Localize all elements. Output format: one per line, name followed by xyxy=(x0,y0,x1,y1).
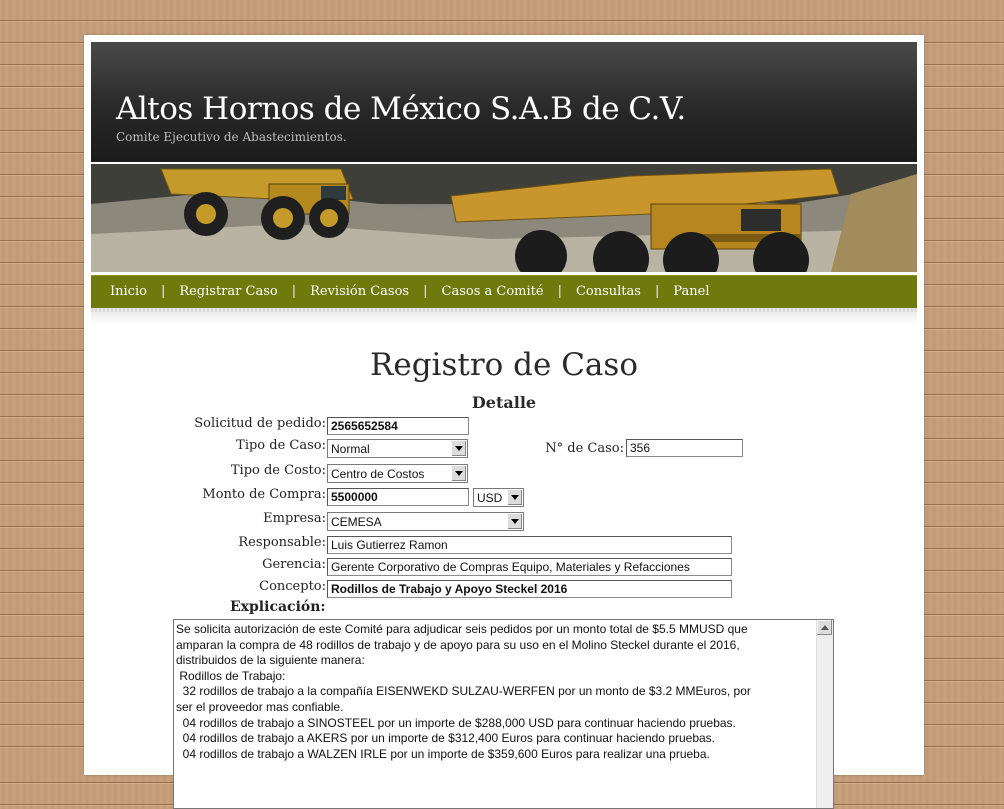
nav-shadow xyxy=(91,308,917,324)
tipo-costo-select[interactable]: Centro de Costos xyxy=(327,464,468,483)
num-caso-label: N° de Caso: xyxy=(545,441,624,456)
explicacion-text: Se solicita autorización de este Comité … xyxy=(176,622,812,762)
explicacion-line: 04 rodillos de trabajo a AKERS por un im… xyxy=(176,731,716,746)
banner-image xyxy=(91,164,917,272)
gerencia-input[interactable]: Gerente Corporativo de Compras Equipo, M… xyxy=(327,558,732,576)
page-container: Altos Hornos de México S.A.B de C.V. Com… xyxy=(84,35,924,809)
textarea-scrollbar[interactable] xyxy=(816,620,833,808)
nav-revision-casos[interactable]: Revisión Casos xyxy=(310,284,409,299)
nav-separator: | xyxy=(423,284,428,299)
solicitud-input[interactable]: 2565652584 xyxy=(327,417,469,435)
site-header: Altos Hornos de México S.A.B de C.V. Com… xyxy=(91,42,917,162)
explicacion-line: 04 rodillos de trabajo a WALZEN IRLE por… xyxy=(176,746,710,761)
monto-label: Monto de Compra: xyxy=(202,487,326,502)
explicacion-line: distribuidos de la siguiente manera: xyxy=(176,653,365,668)
nav-casos-a-comite[interactable]: Casos a Comité xyxy=(442,284,544,299)
empresa-label: Empresa: xyxy=(263,511,326,526)
solicitud-label: Solicitud de pedido: xyxy=(194,416,326,431)
concepto-label: Concepto: xyxy=(259,579,326,594)
nav-registrar-caso[interactable]: Registrar Caso xyxy=(179,284,277,299)
section-title: Detalle xyxy=(471,393,537,412)
chevron-down-icon[interactable] xyxy=(507,490,522,505)
explicacion-line: 04 rodillos de trabajo a SINOSTEEL por u… xyxy=(176,715,736,730)
gerencia-label: Gerencia: xyxy=(262,557,326,572)
chevron-down-icon[interactable] xyxy=(507,514,522,529)
chevron-down-icon[interactable] xyxy=(451,441,466,456)
explicacion-line: amparan la compra de 48 rodillos de trab… xyxy=(176,637,740,652)
num-caso-input[interactable]: 356 xyxy=(626,439,743,457)
nav-consultas[interactable]: Consultas xyxy=(576,284,641,299)
site-title: Altos Hornos de México S.A.B de C.V. xyxy=(116,91,686,127)
nav-separator: | xyxy=(654,284,660,299)
responsable-input[interactable]: Luis Gutierrez Ramon xyxy=(327,536,732,554)
explicacion-line: ser el proveedor mas confiable. xyxy=(176,699,344,714)
explicacion-line: Se solicita autorización de este Comité … xyxy=(176,622,748,636)
tipo-caso-select[interactable]: Normal xyxy=(327,439,468,458)
empresa-value: CEMESA xyxy=(331,515,382,529)
currency-value: USD xyxy=(477,491,503,505)
empresa-select[interactable]: CEMESA xyxy=(327,512,524,531)
tipo-costo-value: Centro de Costos xyxy=(331,467,425,481)
explicacion-textarea[interactable]: Se solicita autorización de este Comité … xyxy=(173,619,834,809)
monto-input[interactable]: 5500000 xyxy=(327,488,469,506)
responsable-label: Responsable: xyxy=(238,535,326,550)
scroll-up-icon[interactable] xyxy=(817,620,832,635)
concepto-input[interactable]: Rodillos de Trabajo y Apoyo Steckel 2016 xyxy=(327,580,732,598)
nav-panel[interactable]: Panel xyxy=(673,284,709,299)
tipo-caso-value: Normal xyxy=(331,442,370,456)
chevron-down-icon[interactable] xyxy=(451,466,466,481)
explicacion-line: 32 rodillos de trabajo a la compañía EIS… xyxy=(176,684,751,699)
nav-inicio[interactable]: Inicio xyxy=(110,284,147,299)
explicacion-label: Explicación: xyxy=(230,599,326,615)
tipo-caso-label: Tipo de Caso: xyxy=(236,438,326,453)
tipo-costo-label: Tipo de Costo: xyxy=(230,463,326,478)
page-title: Registro de Caso xyxy=(370,347,638,383)
nav-separator: | xyxy=(557,284,562,299)
main-nav: Inicio | Registrar Caso | Revisión Casos… xyxy=(91,275,917,308)
currency-select[interactable]: USD xyxy=(473,488,524,507)
site-subtitle: Comite Ejecutivo de Abastecimientos. xyxy=(116,130,347,144)
nav-separator: | xyxy=(160,284,166,299)
explicacion-line: Rodillos de Trabajo: xyxy=(176,668,286,683)
nav-separator: | xyxy=(291,284,297,299)
mining-trucks-illustration xyxy=(91,164,917,272)
